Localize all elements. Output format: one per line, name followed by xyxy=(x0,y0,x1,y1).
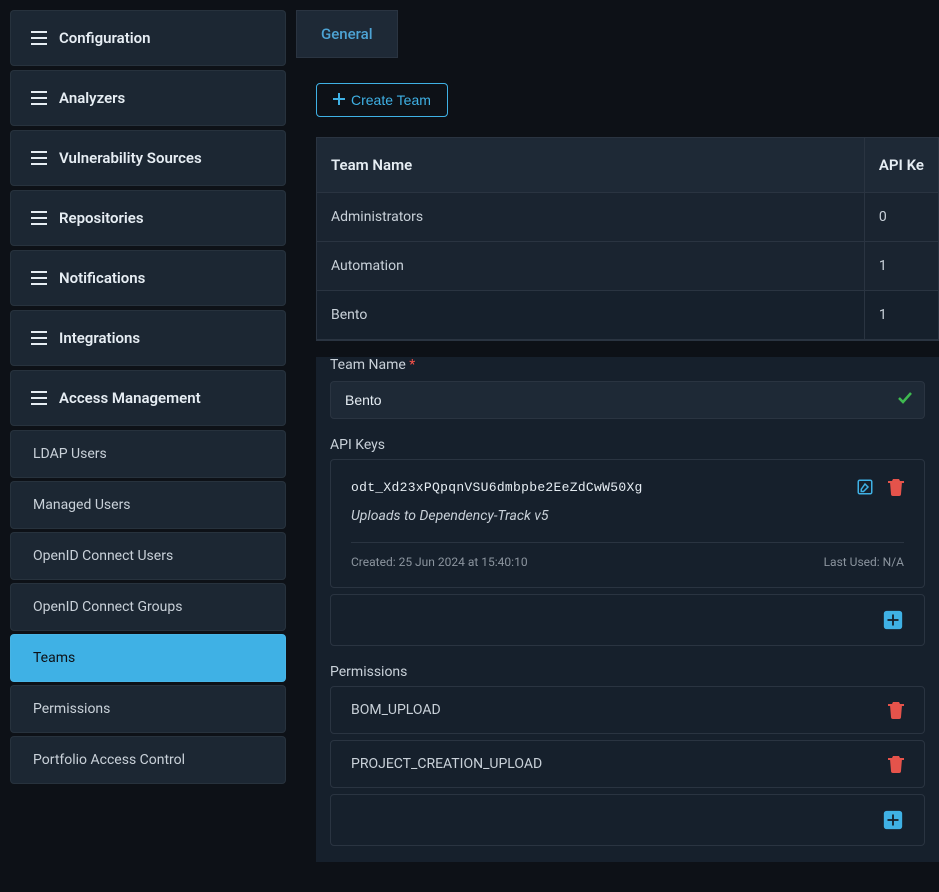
tab-label: General xyxy=(321,25,373,43)
create-team-label: Create Team xyxy=(351,92,431,108)
list-icon xyxy=(31,31,47,45)
sidebar-item-label: Teams xyxy=(33,650,75,666)
cell-api-keys: 1 xyxy=(865,242,938,291)
sidebar-item-label: Notifications xyxy=(59,269,145,287)
sidebar-item-teams[interactable]: Teams xyxy=(10,634,286,682)
api-key-created: Created: 25 Jun 2024 at 15:40:10 xyxy=(351,555,528,569)
team-name-input-wrap xyxy=(330,381,925,419)
sidebar-item-label: Portfolio Access Control xyxy=(33,752,185,768)
sidebar-item-label: Access Management xyxy=(59,389,201,407)
sidebar-item-label: Repositories xyxy=(59,209,144,227)
plus-square-icon[interactable] xyxy=(882,809,904,831)
sidebar: Configuration Analyzers Vulnerability So… xyxy=(0,0,296,892)
api-key-last-used: Last Used: N/A xyxy=(824,555,904,569)
sidebar-item-label: OpenID Connect Groups xyxy=(33,599,182,615)
add-api-key-panel xyxy=(330,594,925,646)
sidebar-item-portfolio-access-control[interactable]: Portfolio Access Control xyxy=(10,736,286,784)
sidebar-item-ldap-users[interactable]: LDAP Users xyxy=(10,430,286,478)
table-row[interactable]: Administrators 0 xyxy=(317,193,938,242)
add-permission-panel xyxy=(330,794,925,846)
api-key-description: Uploads to Dependency-Track v5 xyxy=(351,508,904,524)
team-detail-panel: Team Name * API Keys odt_Xd23xPQpqnVSU6d… xyxy=(316,357,939,862)
required-indicator: * xyxy=(409,357,415,373)
sidebar-item-label: Configuration xyxy=(59,29,151,47)
permissions-label: Permissions xyxy=(330,664,925,680)
main-content: General Create Team Team Name API Ke Adm… xyxy=(296,0,939,892)
trash-icon[interactable] xyxy=(888,478,904,496)
list-icon xyxy=(31,331,47,345)
sidebar-item-analyzers[interactable]: Analyzers xyxy=(10,70,286,126)
table-row[interactable]: Automation 1 xyxy=(317,242,938,291)
permission-name: BOM_UPLOAD xyxy=(351,702,441,718)
plus-square-icon[interactable] xyxy=(882,609,904,631)
sidebar-item-openid-connect-users[interactable]: OpenID Connect Users xyxy=(10,532,286,580)
list-icon xyxy=(31,91,47,105)
sidebar-item-notifications[interactable]: Notifications xyxy=(10,250,286,306)
permission-row: BOM_UPLOAD xyxy=(330,686,925,734)
sidebar-item-label: LDAP Users xyxy=(33,446,107,462)
list-icon xyxy=(31,271,47,285)
list-icon xyxy=(31,151,47,165)
sidebar-item-label: Permissions xyxy=(33,701,110,717)
teams-table: Team Name API Ke Administrators 0 Automa… xyxy=(316,137,939,341)
list-icon xyxy=(31,391,47,405)
sidebar-item-label: Integrations xyxy=(59,329,140,347)
sidebar-item-repositories[interactable]: Repositories xyxy=(10,190,286,246)
sidebar-item-integrations[interactable]: Integrations xyxy=(10,310,286,366)
sidebar-item-openid-connect-groups[interactable]: OpenID Connect Groups xyxy=(10,583,286,631)
cell-team-name: Administrators xyxy=(317,193,865,242)
edit-icon[interactable] xyxy=(856,478,874,496)
api-key-card: odt_Xd23xPQpqnVSU6dmbpbe2EeZdCwW50Xg Upl… xyxy=(330,459,925,588)
permission-name: PROJECT_CREATION_UPLOAD xyxy=(351,756,542,772)
list-icon xyxy=(31,211,47,225)
column-header-api-keys[interactable]: API Ke xyxy=(865,138,938,193)
sidebar-item-access-management[interactable]: Access Management xyxy=(10,370,286,426)
sidebar-item-label: Vulnerability Sources xyxy=(59,149,202,167)
check-icon xyxy=(897,390,913,410)
team-name-input[interactable] xyxy=(330,381,925,419)
cell-team-name: Automation xyxy=(317,242,865,291)
trash-icon[interactable] xyxy=(888,701,904,719)
tab-bar: General xyxy=(296,10,939,59)
cell-api-keys: 1 xyxy=(865,291,938,340)
sidebar-item-label: OpenID Connect Users xyxy=(33,548,173,564)
sidebar-item-permissions[interactable]: Permissions xyxy=(10,685,286,733)
sidebar-item-label: Managed Users xyxy=(33,497,131,513)
api-keys-label: API Keys xyxy=(330,437,925,453)
sidebar-item-configuration[interactable]: Configuration xyxy=(10,10,286,66)
create-team-button[interactable]: Create Team xyxy=(316,83,448,117)
permission-row: PROJECT_CREATION_UPLOAD xyxy=(330,740,925,788)
team-name-label: Team Name * xyxy=(330,357,925,373)
sidebar-item-managed-users[interactable]: Managed Users xyxy=(10,481,286,529)
cell-team-name: Bento xyxy=(317,291,865,340)
trash-icon[interactable] xyxy=(888,755,904,773)
api-key-value: odt_Xd23xPQpqnVSU6dmbpbe2EeZdCwW50Xg xyxy=(351,480,643,495)
cell-api-keys: 0 xyxy=(865,193,938,242)
table-row[interactable]: Bento 1 xyxy=(317,291,938,340)
content-body: Create Team Team Name API Ke Administrat… xyxy=(296,59,939,882)
sidebar-item-vulnerability-sources[interactable]: Vulnerability Sources xyxy=(10,130,286,186)
tab-general[interactable]: General xyxy=(296,10,398,58)
column-header-team-name[interactable]: Team Name xyxy=(317,138,865,193)
plus-icon xyxy=(333,92,345,108)
sidebar-item-label: Analyzers xyxy=(59,89,125,107)
